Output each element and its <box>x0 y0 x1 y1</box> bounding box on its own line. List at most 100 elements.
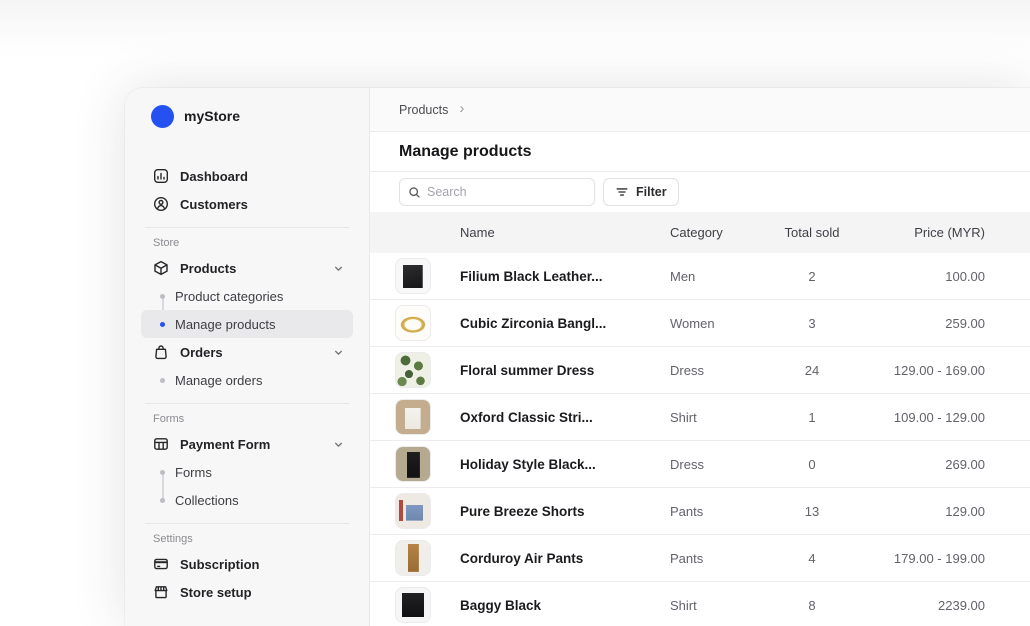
breadcrumb: Products › <box>370 88 1030 132</box>
product-total-sold: 2 <box>782 269 842 284</box>
bullet-dot-icon <box>160 470 165 475</box>
payment-form-subgroup: Forms Collections <box>141 458 353 514</box>
column-header-total-sold: Total sold <box>782 225 842 240</box>
table-row[interactable]: Cubic Zirconia Bangl... Women 3 259.00 <box>370 300 1030 347</box>
product-total-sold: 3 <box>782 316 842 331</box>
table-row[interactable]: Holiday Style Black... Dress 0 269.00 <box>370 441 1030 488</box>
sidebar-item-label: Payment Form <box>180 437 270 452</box>
chevron-down-icon <box>332 262 345 275</box>
bullet-dot-icon <box>160 294 165 299</box>
products-subgroup: Product categories Manage products <box>141 282 353 338</box>
app-window: myStore Dashboard Customers Store <box>125 88 1030 626</box>
product-total-sold: 13 <box>782 504 842 519</box>
title-bar: Manage products <box>370 132 1030 172</box>
store-logo <box>151 105 174 128</box>
table-row[interactable]: Floral summer Dress Dress 24 129.00 - 16… <box>370 347 1030 394</box>
sidebar-item-label: Subscription <box>180 557 259 572</box>
column-header-name: Name <box>460 225 670 240</box>
table-row[interactable]: Baggy Black Shirt 8 2239.00 <box>370 582 1030 626</box>
product-name: Corduroy Air Pants <box>460 551 670 566</box>
product-thumbnail <box>395 493 431 529</box>
sidebar-item-label: Manage products <box>175 317 275 332</box>
sidebar-nav: Dashboard Customers Store Products <box>141 162 353 606</box>
product-price: 109.00 - 129.00 <box>842 410 1030 425</box>
sidebar-item-label: Product categories <box>175 289 283 304</box>
product-category: Shirt <box>670 598 782 613</box>
product-price: 100.00 <box>842 269 1030 284</box>
product-total-sold: 24 <box>782 363 842 378</box>
sidebar-item-dashboard[interactable]: Dashboard <box>141 162 353 190</box>
product-price: 269.00 <box>842 457 1030 472</box>
table-header: Name Category Total sold Price (MYR) <box>370 212 1030 253</box>
brand: myStore <box>141 102 353 130</box>
sidebar-item-collections[interactable]: Collections <box>141 486 353 514</box>
credit-card-icon <box>153 556 169 572</box>
product-thumbnail <box>395 446 431 482</box>
search-box[interactable] <box>399 178 595 206</box>
brand-name: myStore <box>184 108 240 124</box>
sidebar-item-subscription[interactable]: Subscription <box>141 550 353 578</box>
product-category: Dress <box>670 363 782 378</box>
package-icon <box>153 260 169 276</box>
sidebar-item-label: Store setup <box>180 585 252 600</box>
chevron-right-icon: › <box>459 101 464 118</box>
dashboard-icon <box>153 168 169 184</box>
section-label-forms: Forms <box>141 411 353 430</box>
sidebar-item-label: Orders <box>180 345 223 360</box>
shopping-bag-icon <box>153 344 169 360</box>
table-row[interactable]: Oxford Classic Stri... Shirt 1 109.00 - … <box>370 394 1030 441</box>
section-divider <box>145 403 349 404</box>
customers-icon <box>153 196 169 212</box>
product-name: Oxford Classic Stri... <box>460 410 670 425</box>
product-category: Shirt <box>670 410 782 425</box>
column-header-category: Category <box>670 225 782 240</box>
product-name: Filium Black Leather... <box>460 269 670 284</box>
product-category: Pants <box>670 551 782 566</box>
table-row[interactable]: Corduroy Air Pants Pants 4 179.00 - 199.… <box>370 535 1030 582</box>
sidebar-item-customers[interactable]: Customers <box>141 190 353 218</box>
table-row[interactable]: Filium Black Leather... Men 2 100.00 <box>370 253 1030 300</box>
search-input[interactable] <box>427 185 586 199</box>
product-price: 2239.00 <box>842 598 1030 613</box>
filter-button[interactable]: Filter <box>603 178 679 206</box>
chevron-down-icon <box>332 346 345 359</box>
sidebar: myStore Dashboard Customers Store <box>125 88 370 626</box>
sidebar-item-orders[interactable]: Orders <box>141 338 353 366</box>
sidebar-item-label: Manage orders <box>175 373 262 388</box>
sidebar-item-manage-orders[interactable]: Manage orders <box>141 366 353 394</box>
product-thumbnail <box>395 352 431 388</box>
sidebar-item-label: Collections <box>175 493 239 508</box>
product-name: Holiday Style Black... <box>460 457 670 472</box>
product-name: Baggy Black <box>460 598 670 613</box>
section-label-store: Store <box>141 235 353 254</box>
sidebar-item-payment-form[interactable]: Payment Form <box>141 430 353 458</box>
product-category: Women <box>670 316 782 331</box>
product-thumbnail <box>395 305 431 341</box>
breadcrumb-products[interactable]: Products <box>399 103 448 117</box>
table-row[interactable]: Pure Breeze Shorts Pants 13 129.00 <box>370 488 1030 535</box>
section-divider <box>145 227 349 228</box>
product-total-sold: 8 <box>782 598 842 613</box>
bullet-dot-icon <box>160 378 165 383</box>
product-total-sold: 1 <box>782 410 842 425</box>
product-price: 179.00 - 199.00 <box>842 551 1030 566</box>
sidebar-item-label: Forms <box>175 465 212 480</box>
sidebar-item-forms[interactable]: Forms <box>141 458 353 486</box>
sidebar-item-product-categories[interactable]: Product categories <box>141 282 353 310</box>
product-name: Pure Breeze Shorts <box>460 504 670 519</box>
product-thumbnail <box>395 258 431 294</box>
orders-subgroup: Manage orders <box>141 366 353 394</box>
sidebar-item-manage-products[interactable]: Manage products <box>141 310 353 338</box>
product-thumbnail <box>395 587 431 623</box>
product-total-sold: 4 <box>782 551 842 566</box>
page-title: Manage products <box>399 143 531 161</box>
product-thumbnail <box>395 399 431 435</box>
product-name: Cubic Zirconia Bangl... <box>460 316 670 331</box>
sidebar-item-products[interactable]: Products <box>141 254 353 282</box>
storefront-icon <box>153 584 169 600</box>
sidebar-item-label: Customers <box>180 197 248 212</box>
product-total-sold: 0 <box>782 457 842 472</box>
product-price: 259.00 <box>842 316 1030 331</box>
sidebar-item-store-setup[interactable]: Store setup <box>141 578 353 606</box>
main-content: Products › Manage products Filter Name C <box>370 88 1030 626</box>
